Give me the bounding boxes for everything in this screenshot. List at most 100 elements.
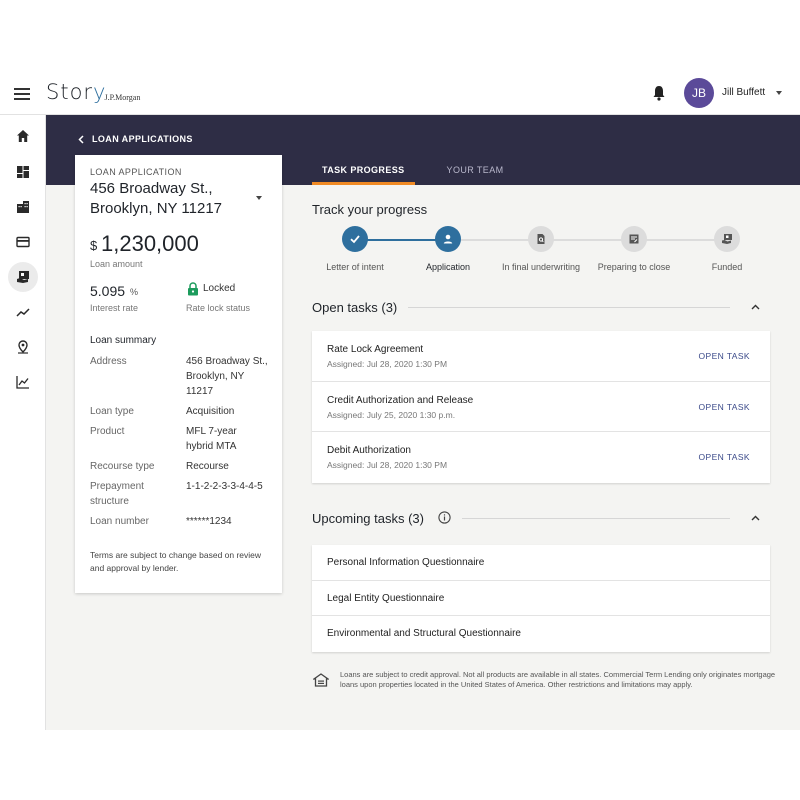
disclaimer: Loans are subject to credit approval. No…	[340, 670, 776, 689]
equal-housing-icon	[313, 673, 329, 687]
list-item[interactable]: Environmental and Structural Questionnai…	[312, 616, 770, 652]
sidebar-item-locations[interactable]	[8, 332, 38, 362]
step-label: Preparing to close	[597, 262, 671, 272]
task-row: Credit Authorization and Release Assigne…	[312, 382, 770, 432]
info-icon[interactable]	[438, 511, 451, 524]
interest-rate-label: Interest rate	[90, 303, 139, 313]
interest-rate: 5.095	[90, 283, 126, 299]
loan-card-header: LOAN APPLICATION 456 Broadway St., Brook…	[75, 155, 282, 229]
task-assigned: Assigned: Jul 28, 2020 1:30 PM	[327, 460, 448, 470]
check-icon	[350, 235, 360, 244]
step-application: Application	[403, 226, 493, 272]
upcoming-tasks-title: Upcoming tasks (3)	[312, 511, 424, 526]
open-task-button[interactable]: OPEN TASK	[699, 351, 750, 361]
open-tasks-title: Open tasks (3)	[312, 300, 398, 315]
loan-amount: 1,230,000	[101, 231, 199, 256]
step-final-underwriting: In final underwriting	[496, 226, 586, 272]
task-row: Debit Authorization Assigned: Jul 28, 20…	[312, 432, 770, 483]
chevron-up-icon[interactable]	[751, 515, 760, 521]
task-assigned: Assigned: Jul 28, 2020 1:30 PM	[327, 359, 448, 369]
terms-note: Terms are subject to change based on rev…	[90, 550, 262, 573]
progress-stepper: Letter of intent Application In final un…	[312, 226, 772, 276]
summary-value-prepayment: 1-1-2-2-3-3-4-4-5	[186, 481, 263, 492]
summary-label-prepayment: Prepayment structure	[90, 481, 144, 507]
open-task-button[interactable]: OPEN TASK	[699, 402, 750, 412]
avatar[interactable]: JB	[684, 78, 714, 108]
tab-task-progress[interactable]: TASK PROGRESS	[312, 160, 415, 185]
user-name[interactable]: Jill Buffett	[722, 87, 765, 98]
summary-label-recourse: Recourse type	[90, 461, 155, 472]
breadcrumb[interactable]: LOAN APPLICATIONS	[78, 134, 193, 144]
task-name: Rate Lock Agreement	[327, 344, 424, 355]
summary-value-loan-type: Acquisition	[186, 406, 235, 417]
summary-label-loan-type: Loan type	[90, 406, 134, 417]
summary-label-loan-number: Loan number	[90, 516, 149, 527]
rate-lock-status: Locked	[203, 283, 236, 294]
summary-label-address: Address	[90, 356, 127, 367]
list-item[interactable]: Personal Information Questionnaire	[312, 545, 770, 581]
tab-your-team[interactable]: YOUR TEAM	[437, 160, 514, 185]
step-letter-of-intent: Letter of intent	[310, 226, 400, 272]
loan-amount-label: Loan amount	[90, 259, 143, 269]
chevron-up-icon[interactable]	[751, 304, 760, 310]
person-icon	[443, 234, 453, 244]
step-label: Letter of intent	[326, 262, 384, 272]
task-row: Rate Lock Agreement Assigned: Jul 28, 20…	[312, 331, 770, 382]
home-icon	[17, 130, 29, 142]
building-icon	[17, 201, 29, 213]
tab-bar: TASK PROGRESS YOUR TEAM	[312, 160, 536, 185]
loan-currency: $	[90, 238, 98, 253]
sidebar-item-dashboard[interactable]	[8, 157, 38, 187]
chart-icon	[16, 376, 29, 389]
form-icon	[629, 234, 639, 244]
bell-icon[interactable]	[652, 85, 666, 101]
upcoming-task-list: Personal Information Questionnaire Legal…	[312, 545, 770, 652]
task-name: Personal Information Questionnaire	[327, 557, 485, 568]
step-preparing-to-close: Preparing to close	[589, 226, 679, 272]
rate-lock-label: Rate lock status	[186, 303, 251, 313]
section-divider	[408, 307, 730, 308]
task-name: Environmental and Structural Questionnai…	[327, 628, 521, 639]
sidebar-item-analytics[interactable]	[8, 367, 38, 397]
step-funded: Funded	[682, 226, 772, 272]
brand-sub: J.P.Morgan	[104, 93, 141, 102]
menu-icon[interactable]	[14, 88, 30, 100]
chevron-down-icon[interactable]	[776, 91, 782, 95]
document-search-icon	[537, 234, 545, 244]
dashboard-icon	[17, 166, 29, 178]
list-item[interactable]: Legal Entity Questionnaire	[312, 581, 770, 616]
step-label: Application	[425, 262, 471, 272]
task-name: Debit Authorization	[327, 445, 411, 456]
lock-icon	[188, 282, 198, 296]
open-task-button[interactable]: OPEN TASK	[699, 452, 750, 462]
sidebar-item-loans[interactable]	[8, 262, 38, 292]
sidebar-item-properties[interactable]	[8, 192, 38, 222]
interest-rate-unit: %	[130, 287, 139, 297]
chevron-left-icon	[78, 134, 84, 144]
chevron-down-icon[interactable]	[256, 196, 262, 200]
top-bar: StoryJ.P.Morgan JB Jill Buffett	[0, 72, 800, 115]
section-divider	[462, 518, 730, 519]
loan-address-line2: Brooklyn, NY 11217	[90, 200, 223, 217]
sidebar-item-home[interactable]	[8, 121, 38, 151]
summary-value-recourse: Recourse	[186, 461, 229, 472]
open-task-list: Rate Lock Agreement Assigned: Jul 28, 20…	[312, 331, 770, 483]
summary-value-loan-number: ******1234	[186, 516, 232, 527]
sidebar-item-payments[interactable]	[8, 227, 38, 257]
map-pin-icon	[18, 340, 28, 354]
card-icon	[16, 236, 30, 248]
task-assigned: Assigned: July 25, 2020 1:30 p.m.	[327, 409, 456, 420]
summary-value-product: MFL 7-year hybrid MTA	[186, 426, 237, 452]
loan-address-line1: 456 Broadway St.,	[90, 180, 213, 197]
loan-summary-title: Loan summary	[90, 335, 157, 346]
sidebar	[0, 115, 46, 730]
step-label: In final underwriting	[501, 262, 581, 272]
summary-label-product: Product	[90, 426, 125, 437]
loan-icon	[17, 271, 29, 283]
step-label: Funded	[711, 262, 743, 272]
funded-icon	[722, 234, 732, 244]
sidebar-item-market[interactable]	[8, 297, 38, 327]
trend-icon	[16, 308, 30, 317]
brand-logo[interactable]: StoryJ.P.Morgan	[46, 80, 142, 108]
brand-name: Stor	[46, 80, 94, 104]
